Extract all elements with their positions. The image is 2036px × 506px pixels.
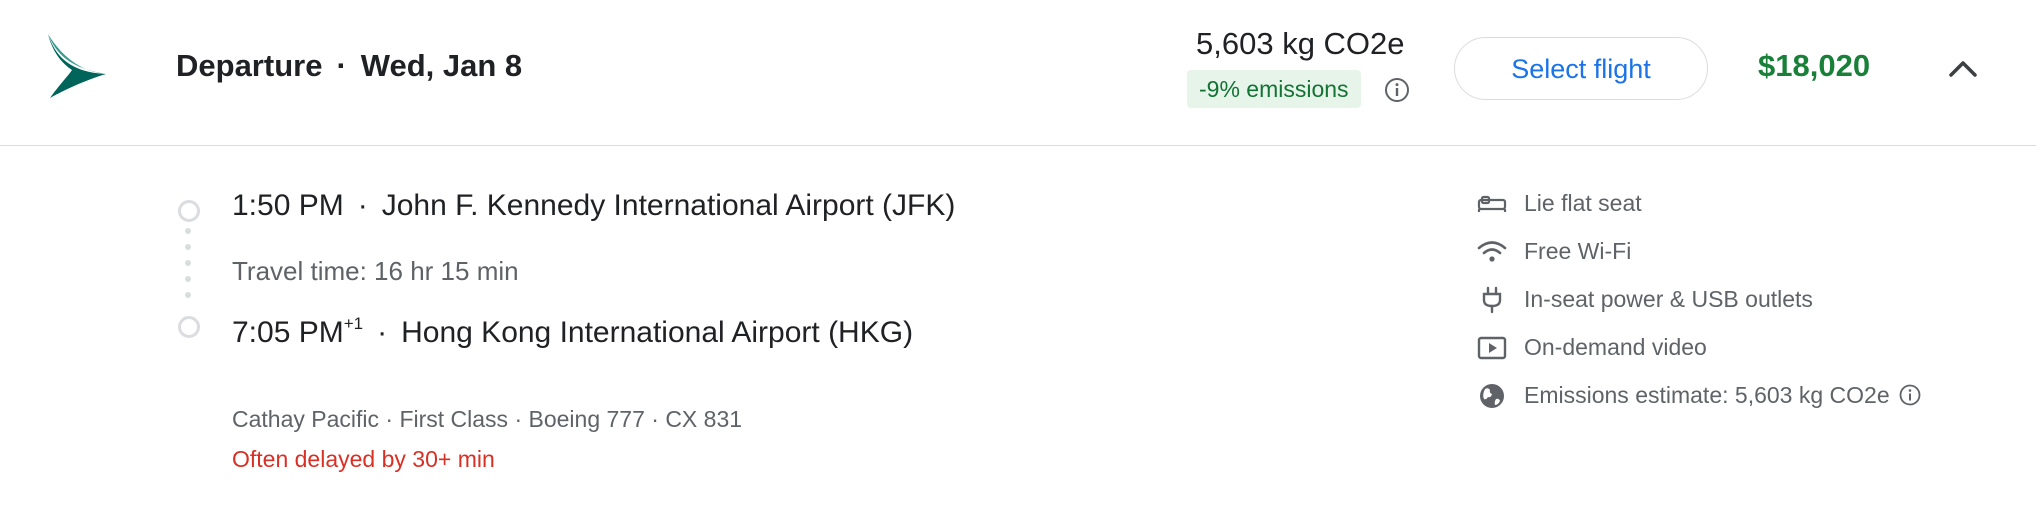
delay-warning: Often delayed by 30+ min — [232, 446, 495, 472]
amenity-label: Lie flat seat — [1524, 190, 1642, 216]
emissions-estimate-info-icon[interactable] — [1898, 383, 1922, 407]
flight-price: $18,020 — [1758, 48, 1871, 83]
video-icon — [1477, 336, 1507, 360]
amenity-label: Emissions estimate: 5,603 kg CO2e — [1524, 382, 1922, 409]
emissions-value: 5,603 kg CO2e — [1196, 26, 1405, 61]
amenity-label: In-seat power & USB outlets — [1524, 286, 1813, 312]
wifi-icon — [1477, 241, 1507, 262]
departure-line: 1:50 PM · John F. Kennedy International Ai… — [232, 189, 955, 223]
flight-header[interactable]: Departure · Wed, Jan 8 5,603 kg CO2e -9% e… — [0, 0, 2036, 146]
arrival-line: 7:05 PM+1 · Hong Kong International Airpor… — [232, 314, 914, 350]
airline-logo-icon — [48, 34, 106, 98]
flight-details: Cathay Pacific · First Class · Boeing 77… — [232, 406, 743, 432]
departure-time: 1:50 PM — [232, 189, 344, 222]
arrival-timeline-dot — [178, 316, 200, 338]
arrival-airport: Hong Kong International Airport (HKG) — [401, 316, 914, 349]
travel-time: Travel time: 16 hr 15 min — [232, 256, 519, 286]
amenity-label: On-demand video — [1524, 334, 1707, 360]
departure-date: Wed, Jan 8 — [360, 48, 523, 83]
emissions-info-icon[interactable] — [1383, 76, 1411, 104]
globe-icon — [1480, 384, 1504, 408]
emissions-badge: -9% emissions — [1187, 70, 1361, 108]
arrival-separator: · — [377, 316, 388, 349]
bed-icon — [1477, 195, 1507, 212]
arrival-day-offset: +1 — [343, 314, 364, 333]
emissions-estimate-text: Emissions estimate: 5,603 kg CO2e — [1524, 382, 1890, 408]
direction-label: Departure — [176, 48, 323, 83]
title-separator: · — [336, 48, 347, 83]
amenity-label: Free Wi-Fi — [1524, 238, 1632, 264]
departure-timeline-dot — [178, 200, 200, 222]
select-flight-button[interactable]: Select flight — [1454, 37, 1708, 100]
timeline-dotted-line — [185, 228, 191, 308]
flight-title: Departure · Wed, Jan 8 — [176, 48, 522, 84]
arrival-time: 7:05 PM — [232, 316, 344, 349]
chevron-up-icon[interactable] — [1946, 52, 1980, 86]
departure-separator: · — [357, 189, 368, 222]
power-plug-icon — [1482, 286, 1502, 314]
departure-airport: John F. Kennedy International Airport (J… — [381, 189, 956, 222]
